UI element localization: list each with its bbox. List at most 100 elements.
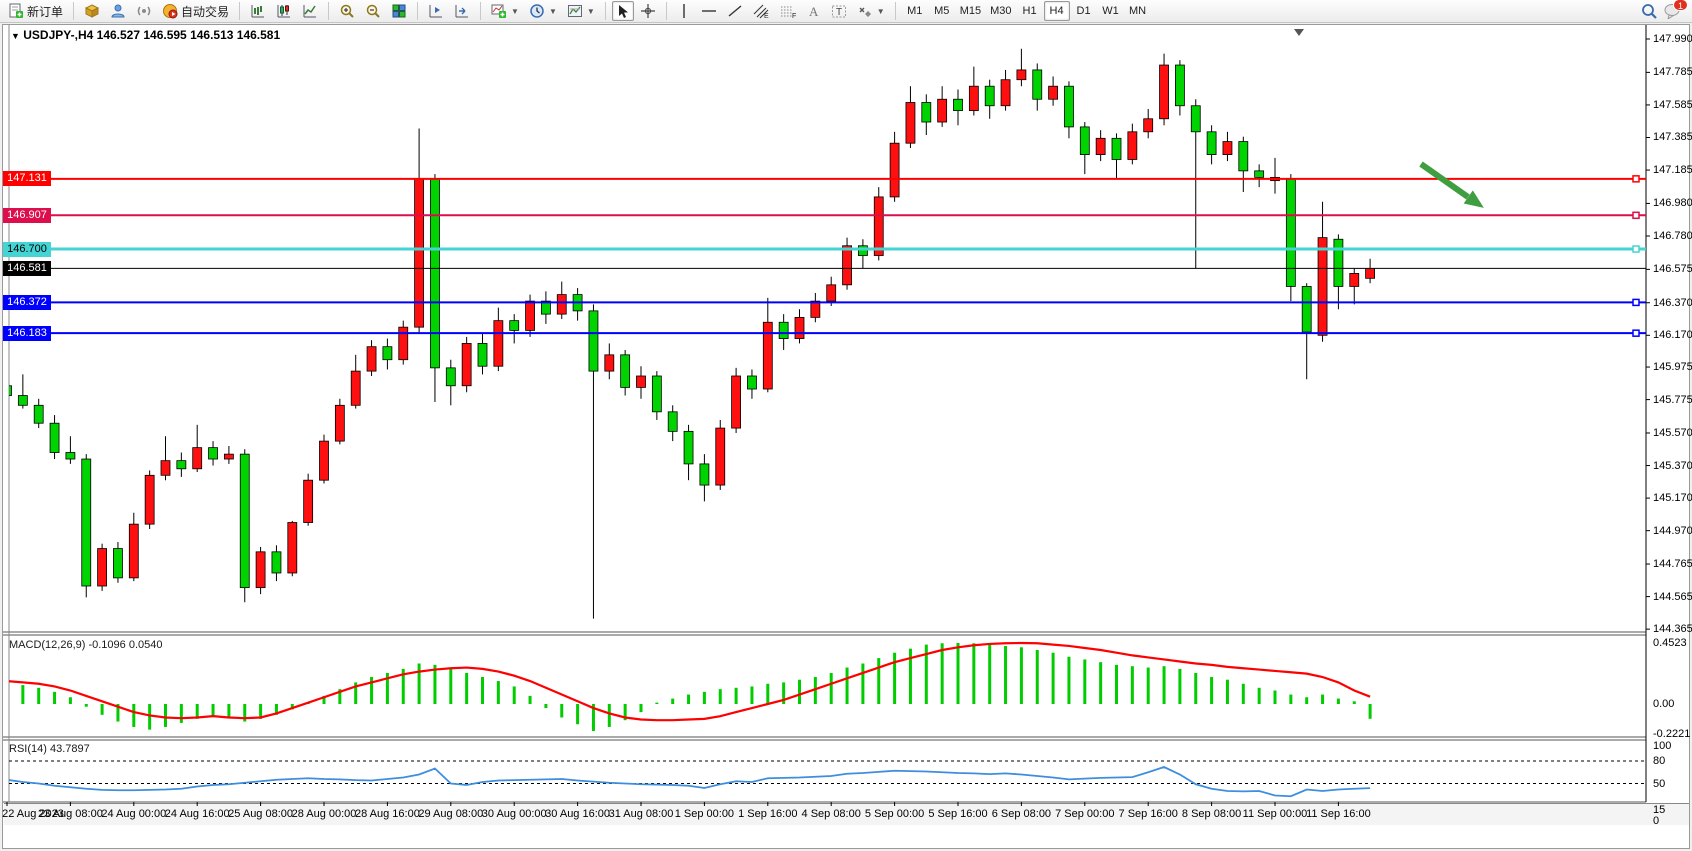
candle-body bbox=[700, 464, 709, 485]
candle-body bbox=[858, 246, 867, 256]
candle-body bbox=[18, 396, 27, 406]
vertical-line-tool[interactable] bbox=[673, 1, 695, 21]
fibonacci-tool[interactable]: F bbox=[776, 1, 801, 21]
toolbar-separator bbox=[666, 2, 667, 20]
timeframe-M30[interactable]: M30 bbox=[986, 1, 1015, 21]
notifications-button[interactable]: 1 bbox=[1664, 3, 1682, 19]
horizontal-line-tool[interactable] bbox=[697, 1, 721, 21]
hline-handle bbox=[1633, 299, 1639, 305]
text-tool[interactable]: A bbox=[803, 1, 825, 21]
bar-chart-button[interactable] bbox=[246, 1, 270, 21]
candle-body bbox=[1033, 70, 1042, 99]
candle-body bbox=[969, 86, 978, 110]
collapse-triangle-icon[interactable]: ▼ bbox=[11, 31, 20, 41]
candle-body bbox=[1128, 132, 1137, 160]
candle-body bbox=[1334, 239, 1343, 286]
candle-body bbox=[113, 549, 122, 578]
history-center-button[interactable] bbox=[80, 1, 104, 21]
candle-body bbox=[1223, 142, 1232, 155]
zoom-out-button[interactable] bbox=[361, 1, 385, 21]
price-axis-label: 144.970 bbox=[1653, 525, 1692, 537]
vertical-line-icon bbox=[677, 3, 691, 19]
text-icon: A bbox=[807, 4, 821, 19]
candle-body bbox=[874, 197, 883, 256]
auto-trading-button[interactable]: 自动交易 bbox=[158, 1, 233, 21]
candle-body bbox=[827, 285, 836, 301]
search-icon[interactable] bbox=[1641, 3, 1658, 20]
candle-body bbox=[1096, 138, 1105, 154]
candle-body bbox=[1207, 132, 1216, 155]
toolbar-separator bbox=[328, 2, 329, 20]
main-toolbar: 新订单 自动交易 bbox=[0, 0, 1692, 23]
candle-body bbox=[335, 405, 344, 441]
line-chart-icon bbox=[302, 3, 318, 19]
time-axis-label: 11 Sep 16:00 bbox=[1288, 808, 1388, 820]
candle-body bbox=[98, 549, 107, 586]
timeframe-W1[interactable]: W1 bbox=[1098, 1, 1124, 21]
toolbar-separator bbox=[895, 2, 896, 20]
hline-handle bbox=[1633, 330, 1639, 336]
bar-chart-icon bbox=[250, 3, 266, 19]
rsi-label: RSI(14) 43.7897 bbox=[9, 743, 90, 755]
price-axis-label: 145.570 bbox=[1653, 427, 1692, 439]
history-cube-icon bbox=[84, 3, 100, 19]
new-order-button[interactable]: 新订单 bbox=[4, 1, 67, 21]
candle-body bbox=[621, 355, 630, 388]
price-tag-146.907: 146.907 bbox=[3, 208, 51, 223]
candle-body bbox=[367, 347, 376, 371]
price-axis-label: 144.565 bbox=[1653, 591, 1692, 603]
hline-handle bbox=[1633, 176, 1639, 182]
profile-button[interactable] bbox=[106, 1, 130, 21]
text-label-tool[interactable]: T bbox=[827, 1, 851, 21]
price-axis-label: 144.765 bbox=[1653, 558, 1692, 570]
price-tag-146.372: 146.372 bbox=[3, 295, 51, 310]
timeframe-M1[interactable]: M1 bbox=[902, 1, 928, 21]
timeframe-MN[interactable]: MN bbox=[1125, 1, 1151, 21]
template-button[interactable]: ▼ bbox=[563, 1, 599, 21]
price-axis-label: 145.370 bbox=[1653, 460, 1692, 472]
chart-symbol: USDJPY-,H4 bbox=[23, 28, 93, 42]
candle-body bbox=[1064, 86, 1073, 127]
chart-autoscroll-button[interactable] bbox=[450, 1, 474, 21]
candle-body bbox=[415, 179, 424, 327]
price-axis-label: 147.185 bbox=[1653, 164, 1692, 176]
candle-body bbox=[209, 448, 218, 459]
candle-body bbox=[732, 376, 741, 428]
candle-chart-button[interactable] bbox=[272, 1, 296, 21]
timeframe-H1[interactable]: H1 bbox=[1017, 1, 1043, 21]
chart-ohlc-header: ▼ USDJPY-,H4 146.527 146.595 146.513 146… bbox=[11, 28, 280, 42]
annotation-arrow bbox=[1421, 164, 1468, 197]
line-chart-button[interactable] bbox=[298, 1, 322, 21]
chart-shift-button[interactable] bbox=[424, 1, 448, 21]
signal-button[interactable] bbox=[132, 1, 156, 21]
period-button[interactable]: ▼ bbox=[525, 1, 561, 21]
candle-body bbox=[1049, 86, 1058, 99]
timeframe-M15[interactable]: M15 bbox=[956, 1, 985, 21]
signal-icon bbox=[136, 3, 152, 19]
timeframe-D1[interactable]: D1 bbox=[1071, 1, 1097, 21]
candle-body bbox=[494, 321, 503, 367]
dropdown-arrow-icon: ▼ bbox=[587, 7, 595, 16]
candle-body bbox=[256, 552, 265, 588]
timeframe-M5[interactable]: M5 bbox=[929, 1, 955, 21]
zoom-in-button[interactable] bbox=[335, 1, 359, 21]
channel-tool[interactable]: E bbox=[749, 1, 774, 21]
candle-body bbox=[985, 86, 994, 106]
candle-body bbox=[1255, 171, 1264, 178]
chart-shift-marker-icon bbox=[1294, 29, 1304, 36]
candle-body bbox=[272, 552, 281, 573]
trendline-tool[interactable] bbox=[723, 1, 747, 21]
zoom-out-icon bbox=[365, 3, 381, 19]
tile-windows-button[interactable] bbox=[387, 1, 411, 21]
chart-plot[interactable] bbox=[3, 25, 1689, 848]
cursor-tool-button[interactable] bbox=[612, 1, 634, 21]
timeframe-H4[interactable]: H4 bbox=[1044, 1, 1070, 21]
crosshair-tool-button[interactable] bbox=[636, 1, 660, 21]
chart-ohlc-values: 146.527 146.595 146.513 146.581 bbox=[97, 28, 281, 42]
candle-body bbox=[747, 376, 756, 389]
price-axis-label: 146.780 bbox=[1653, 230, 1692, 242]
macd-label: MACD(12,26,9) -0.1096 0.0540 bbox=[9, 639, 162, 651]
text-label-icon: T bbox=[831, 4, 847, 19]
shapes-tool[interactable]: ▼ bbox=[853, 1, 889, 21]
indicators-add-button[interactable]: ▼ bbox=[487, 1, 523, 21]
